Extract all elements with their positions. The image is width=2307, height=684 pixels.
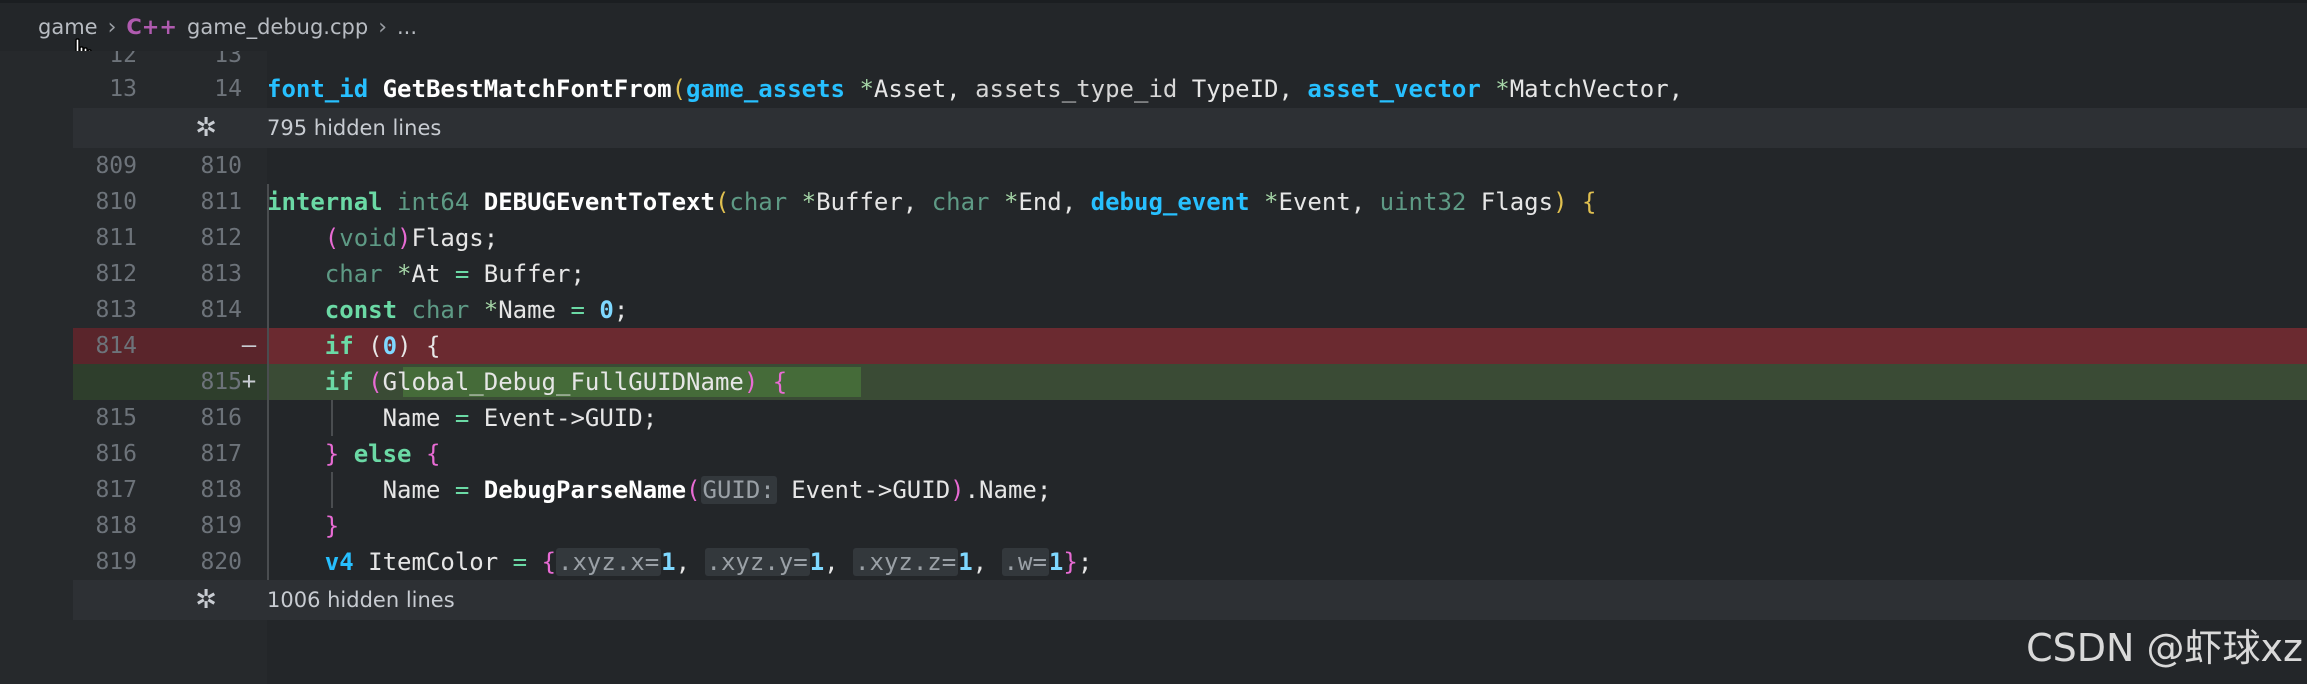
new-line-number: 819: [200, 513, 242, 539]
watermark: CSDN @虾球xz: [2026, 626, 2303, 670]
code-text: Name = DebugParseName(GUID: Event->GUID)…: [267, 476, 1052, 504]
code-line[interactable]: 818 819 }: [73, 508, 2307, 544]
code-text: (void)Flags;: [324, 224, 499, 252]
new-line-number: 811: [200, 189, 242, 215]
hidden-lines-fold[interactable]: ✲ 1006 hidden lines: [73, 580, 2307, 620]
code-text: } else {: [324, 440, 441, 468]
code-text: char *At = Buffer;: [324, 260, 585, 288]
code-line[interactable]: 812 813 char *At = Buffer;: [73, 256, 2307, 292]
code-text: if (Global_Debug_FullGUIDName) {: [324, 368, 788, 396]
cpp-file-icon: C++: [126, 15, 177, 39]
indent-guide: [331, 472, 333, 508]
old-line-number: 817: [95, 477, 137, 503]
old-line-number: 815: [95, 405, 137, 431]
removed-highlight: [267, 328, 2307, 364]
code-line[interactable]: 813 814 const char *Name = 0;: [73, 292, 2307, 328]
plus-icon: +: [241, 367, 257, 395]
new-line-number: 810: [200, 153, 242, 179]
code-text: internal int64 DEBUGEventToText(char *Bu…: [267, 188, 1597, 216]
removed-line[interactable]: 814 — if (0) {: [73, 328, 2307, 364]
breadcrumb-folder[interactable]: game: [38, 15, 98, 39]
code-text: v4 ItemColor = {.xyz.x=1, .xyz.y=1, .xyz…: [324, 548, 1093, 576]
old-line-number: 819: [95, 549, 137, 575]
breadcrumb: game › C++ game_debug.cpp › ...: [0, 3, 2307, 51]
chevron-right-icon: ›: [107, 14, 117, 40]
code-line[interactable]: 811 812 (void)Flags;: [73, 220, 2307, 256]
indent-guide: [267, 184, 269, 580]
breadcrumb-file[interactable]: game_debug.cpp: [187, 15, 368, 39]
hidden-lines-label[interactable]: 1006 hidden lines: [267, 580, 455, 620]
new-line-number: 820: [200, 549, 242, 575]
new-line-number: 814: [200, 297, 242, 323]
unfold-icon[interactable]: ✲: [188, 580, 224, 620]
added-line[interactable]: 815 + if (Global_Debug_FullGUIDName) {: [73, 364, 2307, 400]
code-line[interactable]: 816 817 } else {: [73, 436, 2307, 472]
unfold-icon[interactable]: ✲: [188, 108, 224, 148]
old-line-number: 816: [95, 441, 137, 467]
new-line-number: 13: [214, 51, 242, 68]
new-line-number: 816: [200, 405, 242, 431]
new-line-number: 812: [200, 225, 242, 251]
code-text: font_id GetBestMatchFontFrom(game_assets…: [267, 75, 1684, 103]
old-line-number: 813: [95, 297, 137, 323]
code-line[interactable]: 12 13: [73, 51, 2307, 71]
old-line-number: 809: [95, 153, 137, 179]
code-line[interactable]: 810 811 internal int64 DEBUGEventToText(…: [73, 184, 2307, 220]
new-line-number: 14: [214, 76, 242, 102]
new-line-number: 813: [200, 261, 242, 287]
code-line[interactable]: 819 820 v4 ItemColor = {.xyz.x=1, .xyz.y…: [73, 544, 2307, 580]
code-text: const char *Name = 0;: [324, 296, 629, 324]
code-line[interactable]: 809 810: [73, 148, 2307, 184]
chevron-right-icon: ›: [378, 14, 387, 40]
new-line-number: 815: [200, 369, 242, 395]
new-line-number: 817: [200, 441, 242, 467]
breadcrumb-more[interactable]: ...: [397, 15, 417, 39]
new-line-number: 818: [200, 477, 242, 503]
editor-margin: [0, 51, 73, 684]
old-line-number: 814: [95, 333, 137, 359]
indent-guide: [331, 400, 333, 436]
old-line-number: 13: [109, 76, 137, 102]
code-text: Name = Event->GUID;: [267, 404, 658, 432]
minus-icon: —: [241, 331, 257, 359]
code-line[interactable]: 815 816 Name = Event->GUID;: [73, 400, 2307, 436]
old-line-number: 12: [109, 51, 137, 68]
hidden-lines-fold[interactable]: ✲ 795 hidden lines: [73, 108, 2307, 148]
code-text: if (0) {: [324, 332, 441, 360]
diff-editor[interactable]: 12 13 13 14 font_id GetBestMatchFontFrom…: [0, 51, 2307, 684]
old-line-number: 818: [95, 513, 137, 539]
old-line-number: 811: [95, 225, 137, 251]
old-line-number: 810: [95, 189, 137, 215]
code-text: }: [324, 512, 340, 540]
code-line[interactable]: 817 818 Name = DebugParseName(GUID: Even…: [73, 472, 2307, 508]
old-line-number: 812: [95, 261, 137, 287]
code-line[interactable]: 13 14 font_id GetBestMatchFontFrom(game_…: [73, 71, 2307, 107]
hidden-lines-label[interactable]: 795 hidden lines: [267, 108, 441, 148]
